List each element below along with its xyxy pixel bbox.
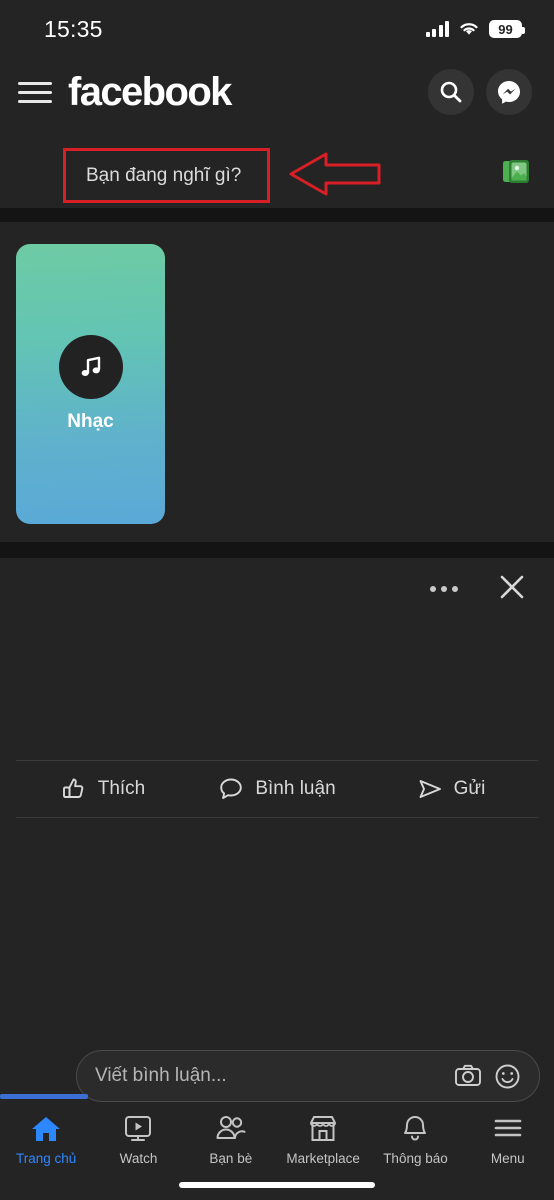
menu-lines-icon <box>494 1119 522 1137</box>
comment-input-placeholder: Viết bình luận... <box>95 1065 227 1086</box>
messenger-icon <box>498 81 520 104</box>
comment-button-label: Bình luận <box>255 778 336 799</box>
nav-item-home-label: Trang chủ <box>16 1151 77 1166</box>
page-title: facebook <box>68 70 232 114</box>
nav-item-home[interactable]: Trang chủ <box>0 1114 92 1166</box>
like-button[interactable]: Thích <box>16 761 190 817</box>
battery-icon: 99 <box>489 20 525 38</box>
nav-item-watch[interactable]: Watch <box>92 1114 184 1166</box>
nav-item-friends[interactable]: Bạn bè <box>185 1114 277 1166</box>
marketplace-store-icon <box>310 1116 337 1141</box>
battery-level: 99 <box>498 21 513 37</box>
composer-annotation-box[interactable]: Bạn đang nghĩ gì? <box>63 148 270 203</box>
bell-notification-icon <box>404 1116 427 1141</box>
section-divider <box>0 208 554 222</box>
signal-bars-icon <box>425 21 449 37</box>
share-button[interactable]: Gửi <box>364 761 538 817</box>
post-card: Thích Bình luận Gửi <box>0 558 554 818</box>
watch-play-icon <box>125 1116 152 1141</box>
header-actions <box>428 69 532 115</box>
nav-item-marketplace[interactable]: Marketplace <box>277 1114 369 1166</box>
nav-item-notifications[interactable]: Thông báo <box>369 1114 461 1166</box>
story-card-music[interactable]: Nhạc <box>16 244 165 524</box>
section-divider-2 <box>0 542 554 558</box>
composer-placeholder: Bạn đang nghĩ gì? <box>86 164 242 186</box>
thumbs-up-icon <box>62 778 83 798</box>
progress-line <box>0 1094 88 1099</box>
hamburger-menu-icon[interactable] <box>18 81 52 103</box>
search-button[interactable] <box>428 69 474 115</box>
home-indicator <box>179 1182 375 1188</box>
nav-item-friends-label: Bạn bè <box>209 1151 253 1166</box>
status-bar: 15:35 99 <box>0 0 554 58</box>
camera-icon[interactable] <box>454 1063 482 1089</box>
app-screen: 15:35 99 facebook Bạn đang nghĩ gì? Nhạc… <box>0 0 554 1200</box>
nav-item-watch-label: Watch <box>119 1151 158 1166</box>
like-button-label: Thích <box>97 778 146 799</box>
nav-item-menu[interactable]: Menu <box>462 1114 554 1166</box>
music-note-icon <box>58 335 123 399</box>
post-header <box>0 558 554 620</box>
comment-input-icons <box>454 1063 521 1090</box>
status-indicators: 99 <box>425 20 525 38</box>
nav-item-marketplace-label: Marketplace <box>286 1151 360 1166</box>
more-options-icon[interactable] <box>422 578 466 600</box>
story-card-label: Nhạc <box>67 411 114 432</box>
close-icon[interactable] <box>492 567 532 612</box>
comment-input[interactable]: Viết bình luận... <box>76 1050 540 1102</box>
post-action-bar: Thích Bình luận Gửi <box>16 760 538 818</box>
red-left-arrow-annotation <box>289 152 381 196</box>
emoji-smiley-icon[interactable] <box>494 1063 521 1090</box>
photo-gallery-icon[interactable] <box>500 155 532 192</box>
search-icon <box>440 81 462 103</box>
nav-item-menu-label: Menu <box>490 1151 525 1166</box>
comment-button[interactable]: Bình luận <box>190 761 364 817</box>
post-content <box>0 620 554 760</box>
friends-icon <box>216 1116 246 1139</box>
comment-bubble-icon <box>220 778 243 799</box>
status-time: 15:35 <box>44 15 103 42</box>
app-header: facebook <box>0 58 554 126</box>
home-icon <box>32 1117 61 1141</box>
wifi-icon <box>460 23 478 35</box>
send-arrow-icon <box>419 780 441 798</box>
messenger-button[interactable] <box>486 69 532 115</box>
share-button-label: Gửi <box>453 778 486 799</box>
nav-item-notifications-label: Thông báo <box>383 1151 448 1166</box>
stories-tray: Nhạc <box>0 222 554 542</box>
